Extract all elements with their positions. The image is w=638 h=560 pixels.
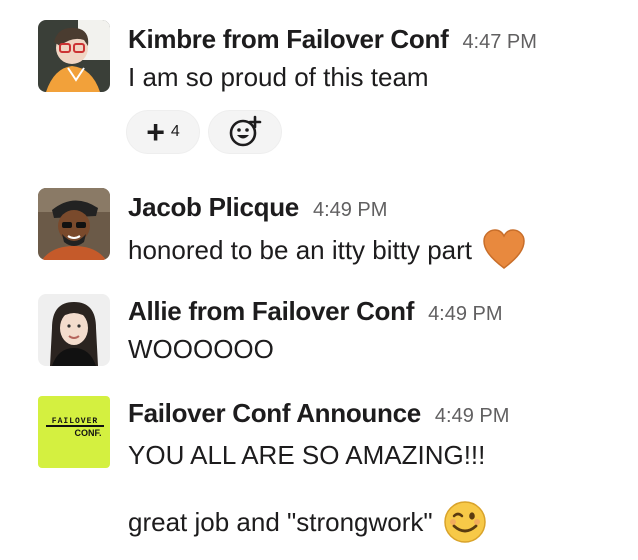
timestamp[interactable]: 4:47 PM [462, 31, 536, 54]
sender-name[interactable]: Failover Conf Announce [128, 398, 421, 429]
timestamp[interactable]: 4:49 PM [428, 303, 502, 326]
sender-name[interactable]: Allie from Failover Conf [128, 296, 414, 327]
sender-name[interactable]: Jacob Plicque [128, 192, 299, 223]
avatar-failover-conf[interactable]: FAILOVER CONF. [38, 396, 110, 468]
orange-heart-icon [482, 228, 526, 272]
winking-face-icon [443, 500, 487, 544]
avatar-allie[interactable] [38, 294, 110, 366]
message-text: I am so proud of this team [128, 62, 429, 92]
logo-top-text: FAILOVER [52, 417, 98, 426]
message-text: honored to be an itty bitty part [128, 234, 472, 265]
logo-bottom-text: CONF. [75, 428, 102, 438]
reaction-count: 4 [170, 123, 180, 140]
heavy-plus-icon: + [146, 114, 165, 150]
timestamp[interactable]: 4:49 PM [435, 405, 509, 428]
avatar-kimbre[interactable] [38, 20, 110, 92]
timestamp[interactable]: 4:49 PM [313, 199, 387, 222]
reaction-plus[interactable]: + 4 [126, 110, 200, 154]
add-reaction-icon [229, 115, 262, 147]
message-text-2: great job and "strongwork" [128, 506, 433, 537]
avatar-jacob[interactable] [38, 188, 110, 260]
message-text: WOOOOOO [128, 334, 274, 364]
message-text: YOU ALL ARE SO AMAZING!!! [128, 440, 486, 470]
add-reaction-button[interactable] [208, 110, 282, 154]
sender-name[interactable]: Kimbre from Failover Conf [128, 24, 449, 55]
